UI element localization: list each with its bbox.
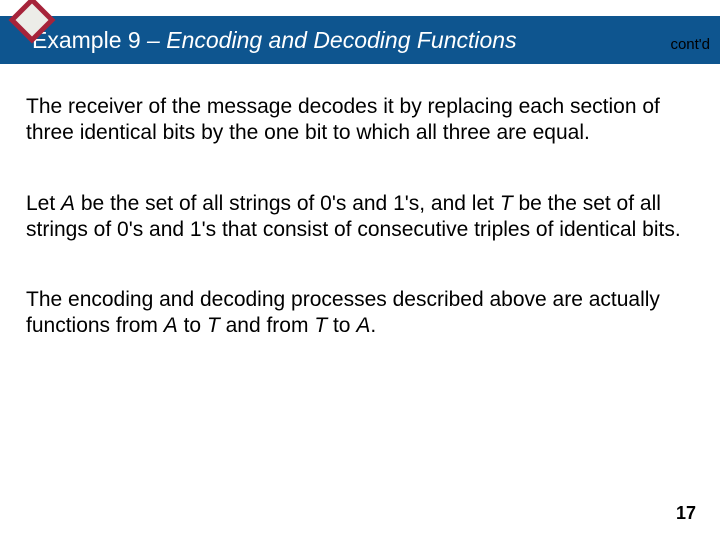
p2-a: Let	[26, 192, 61, 215]
p3-T2: T	[314, 314, 327, 337]
p3-A2: A	[356, 314, 370, 337]
p3-A1: A	[164, 314, 178, 337]
slide-title: Example 9 – Encoding and Decoding Functi…	[32, 27, 517, 54]
paragraph-1: The receiver of the message decodes it b…	[26, 94, 694, 147]
title-topic: Encoding and Decoding Functions	[166, 27, 516, 53]
paragraph-2: Let A be the set of all strings of 0's a…	[26, 191, 694, 244]
p3-e: .	[370, 314, 376, 337]
slide: Example 9 – Encoding and Decoding Functi…	[0, 0, 720, 540]
contd-label: cont'd	[670, 36, 710, 53]
p3-c: and from	[220, 314, 315, 337]
p3-T1: T	[207, 314, 220, 337]
body-area: The receiver of the message decodes it b…	[26, 94, 694, 384]
title-bar: Example 9 – Encoding and Decoding Functi…	[0, 16, 720, 64]
paragraph-3: The encoding and decoding processes desc…	[26, 287, 694, 340]
paragraph-1-text: The receiver of the message decodes it b…	[26, 95, 660, 144]
page-number: 17	[676, 503, 696, 524]
p2-T: T	[500, 192, 513, 215]
p2-A: A	[61, 192, 75, 215]
p3-b: to	[178, 314, 207, 337]
p2-b: be the set of all strings of 0's and 1's…	[75, 192, 500, 215]
p3-d: to	[327, 314, 356, 337]
diamond-icon	[8, 0, 56, 44]
title-dash: –	[141, 27, 167, 53]
